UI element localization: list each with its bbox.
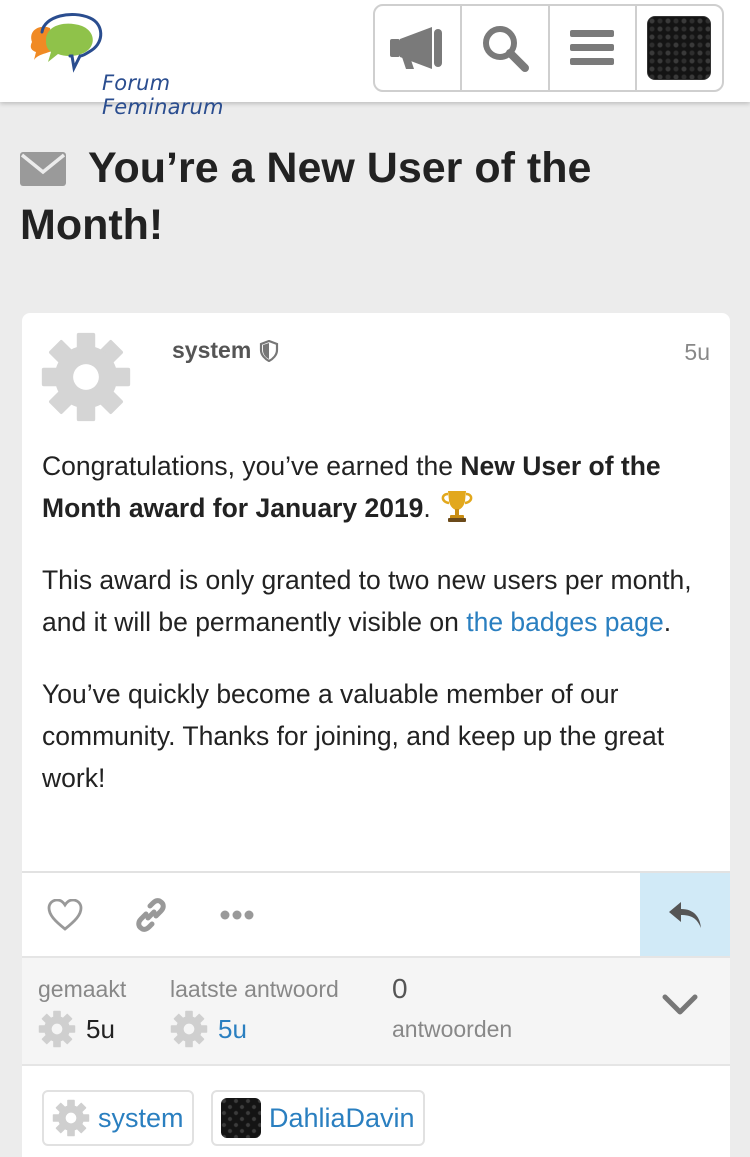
- like-button[interactable]: [22, 872, 108, 957]
- replies-count: 0: [392, 973, 408, 1004]
- system-avatar-gear-icon[interactable]: [40, 331, 132, 423]
- site-header: Forum Feminarum: [0, 0, 750, 119]
- envelope-icon: [20, 152, 66, 186]
- menu-button[interactable]: [550, 6, 637, 90]
- p1-text: Congratulations, you’ve earned the: [42, 451, 461, 481]
- last-replier-avatar-gear-icon: [170, 1010, 208, 1048]
- participant-dahliadavin[interactable]: DahliaDavin: [211, 1090, 425, 1146]
- hamburger-icon: [570, 30, 615, 65]
- meta-replies: 0 antwoorden: [392, 972, 512, 1050]
- user-menu-button[interactable]: [637, 6, 722, 90]
- announcements-button[interactable]: [375, 6, 463, 90]
- ellipsis-icon: [220, 910, 254, 919]
- dahliadavin-avatar: [221, 1098, 261, 1138]
- post-actions: [22, 871, 730, 956]
- reply-button[interactable]: [640, 873, 730, 956]
- replies-label: antwoorden: [392, 1016, 513, 1042]
- search-button[interactable]: [462, 6, 550, 90]
- more-actions-button[interactable]: [194, 872, 280, 957]
- share-link-button[interactable]: [108, 872, 194, 957]
- last-reply-label: laatste antwoord: [170, 976, 339, 1002]
- heart-icon: [47, 898, 83, 931]
- meta-created: gemaakt 5u: [38, 972, 126, 1050]
- topic-title-area: You’re a New User of the Month!: [20, 140, 720, 254]
- topic-meta: gemaakt 5u laatste antwoord 5u 0 antwoor…: [22, 956, 730, 1064]
- created-value-row[interactable]: 5u: [38, 1008, 126, 1050]
- badges-page-link[interactable]: the badges page: [466, 607, 663, 637]
- user-avatar: [647, 16, 712, 80]
- post-age[interactable]: 5u: [684, 339, 710, 366]
- created-value: 5u: [86, 1014, 115, 1044]
- link-icon: [136, 897, 166, 932]
- system-participant-gear-icon: [52, 1099, 90, 1137]
- participant-system[interactable]: system: [42, 1090, 194, 1146]
- meta-last-reply: laatste antwoord 5u: [170, 972, 339, 1050]
- created-label: gemaakt: [38, 976, 127, 1002]
- post-paragraph-2: This award is only granted to two new us…: [42, 559, 712, 643]
- logo-icon: [30, 13, 103, 73]
- post-paragraph-3: You’ve quickly become a valuable member …: [42, 679, 665, 793]
- post-body: Congratulations, you’ve earned the New U…: [42, 445, 712, 829]
- participant-name: system: [98, 1102, 184, 1133]
- moderator-shield-icon: [260, 339, 279, 362]
- participants: system DahliaDavin: [22, 1064, 730, 1157]
- last-reply-value: 5u: [218, 1014, 247, 1044]
- site-logo[interactable]: Forum Feminarum: [24, 10, 294, 119]
- post-paragraph-1: Congratulations, you’ve earned the New U…: [42, 445, 712, 529]
- logo-text: Forum Feminarum: [102, 71, 224, 119]
- reply-icon: [669, 901, 701, 928]
- topic-title: You’re a New User of the Month!: [20, 144, 592, 249]
- search-icon: [482, 26, 529, 72]
- p1-punct: .: [423, 493, 431, 523]
- participant-name: DahliaDavin: [269, 1102, 415, 1133]
- chevron-down-icon[interactable]: [662, 994, 698, 1016]
- post-username[interactable]: system: [172, 337, 279, 364]
- creator-avatar-gear-icon: [38, 1010, 76, 1048]
- post-card: system 5u Congratulations, you’ve earned…: [22, 313, 730, 1157]
- header-toolbar: [373, 4, 724, 92]
- trophy-icon: [441, 491, 473, 522]
- post-username-text: system: [172, 337, 252, 363]
- p2-punct: .: [663, 607, 672, 637]
- bullhorn-icon: [389, 27, 442, 69]
- last-reply-value-row[interactable]: 5u: [170, 1008, 339, 1050]
